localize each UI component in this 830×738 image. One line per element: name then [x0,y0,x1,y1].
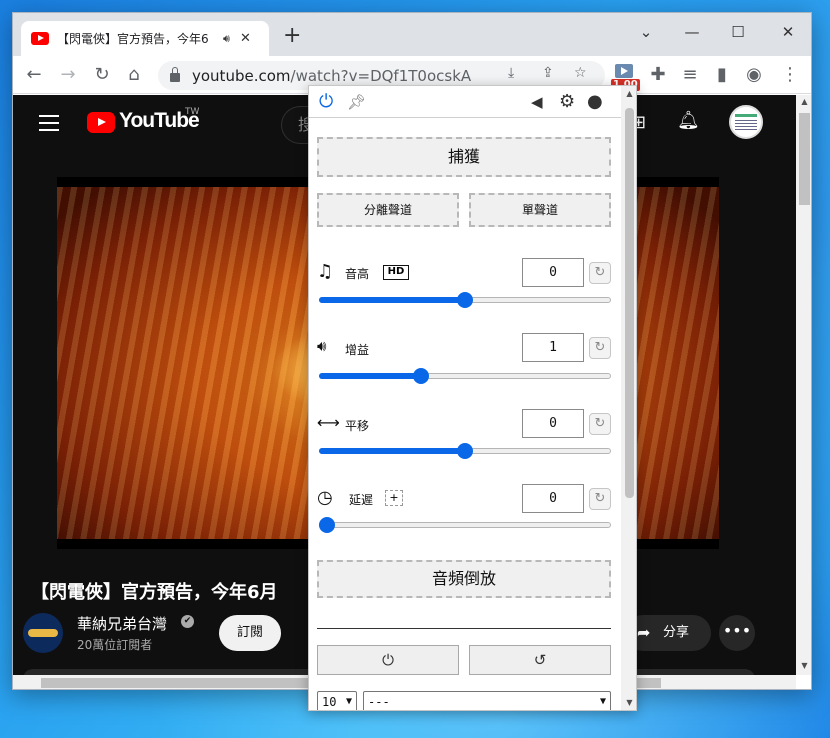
split-channel-button[interactable]: 分離聲道 [317,193,459,227]
pitch-label: 音高 [345,267,370,281]
scroll-down-arrow-icon[interactable]: ▼ [621,698,636,707]
popup-scrollbar[interactable]: ▲ ▼ [621,86,636,710]
url-host: youtube.com [192,66,291,85]
mono-button[interactable]: 單聲道 [469,193,611,227]
slider-knob[interactable] [413,368,429,384]
capture-button[interactable]: 捕獲 [317,137,611,177]
lock-icon [170,67,180,82]
more-actions-button[interactable]: ••• [719,615,755,651]
video-title: 【閃電俠】官方預告，今年6月 [31,582,278,603]
verified-icon: ✔ [181,615,194,628]
page-vertical-scrollbar[interactable]: ▲ ▼ [796,95,811,675]
delay-add-button[interactable]: + [385,490,403,506]
profile-avatar-icon[interactable]: ◉ [741,62,767,88]
gain-label: 增益 [345,343,370,357]
preset-select[interactable]: --- ▼ [363,691,611,710]
youtube-favicon-icon [31,32,49,45]
hamburger-menu-icon[interactable] [39,115,59,131]
gain-input[interactable]: 1 [522,333,584,362]
preset-select-value: --- [368,695,390,709]
pan-slider[interactable] [319,443,611,459]
slider-knob[interactable] [319,517,335,533]
delay-reset-icon[interactable]: ↻ [589,488,611,510]
chevron-down-icon: ▼ [345,696,352,707]
clock-icon: ◷ [317,487,333,508]
divider [317,628,611,629]
hd-toggle[interactable]: HD [383,265,409,280]
slider-knob[interactable] [457,292,473,308]
count-select[interactable]: 10 ▼ [317,691,357,710]
pan-arrows-icon: ⟷ [317,413,340,432]
maximize-button[interactable]: ☐ [715,19,761,45]
bookmark-star-icon[interactable]: ☆ [574,65,587,81]
bell-icon[interactable]: 🔔︎ [677,110,700,131]
tab-strip: 【閃電俠】官方預告，今年6 🔊︎ ✕ + ⌄ — ☐ ✕ [13,13,811,56]
speaker-icon[interactable]: 🔊︎ [223,32,230,46]
power-icon[interactable]: ⏻ [319,92,333,112]
close-window-button[interactable]: ✕ [765,19,811,45]
tab-title: 【閃電俠】官方預告，今年6 [57,32,209,46]
scroll-up-arrow-icon[interactable]: ▲ [796,97,811,106]
pan-input[interactable]: 0 [522,409,584,438]
slider-knob[interactable] [457,443,473,459]
power-button[interactable]: ⏻ [317,645,459,675]
share-page-icon[interactable]: ⇪ [542,65,554,81]
count-select-value: 10 [322,695,337,709]
subscriber-count: 20萬位訂閱者 [77,638,153,652]
music-note-icon: ♫ [317,261,334,282]
install-icon[interactable]: ⤓ [508,65,514,81]
gain-reset-icon[interactable]: ↻ [589,337,611,359]
reverse-audio-button[interactable]: 音頻倒放 [317,560,611,598]
reset-all-button[interactable]: ↺ [469,645,611,675]
tab-close-icon[interactable]: ✕ [240,31,251,46]
volume-icon: 🔊︎ [317,337,327,355]
gain-slider[interactable] [319,368,611,384]
browser-tab[interactable]: 【閃電俠】官方預告，今年6 🔊︎ ✕ [21,21,269,56]
url-path: /watch?v=DQf1T0ocskA [290,66,472,85]
pitch-slider[interactable] [319,292,611,308]
country-code: TW [185,107,200,117]
forward-button[interactable]: → [55,62,81,88]
scrollbar-thumb[interactable] [799,113,810,205]
extension-play-icon [615,64,633,78]
home-button[interactable]: ⌂ [121,62,147,88]
pan-reset-icon[interactable]: ↻ [589,413,611,435]
tab-search-icon[interactable]: ⌄ [623,19,669,45]
pin-icon[interactable]: 📌︎ [347,92,366,112]
media-queue-icon[interactable]: ≡ [677,62,703,88]
share-icon: ➦ [637,623,651,642]
youtube-logo-icon[interactable] [87,112,115,133]
minimize-button[interactable]: — [669,19,715,45]
channel-avatar[interactable] [23,613,63,653]
delay-input[interactable]: 0 [522,484,584,513]
delay-label: 延遲 [349,493,374,507]
audio-extension-popup: ⏻ 📌︎ ◀ ⚙ ● 捕獲 分離聲道 單聲道 ♫ 音高 HD 0 ↻ 🔊︎ 增益… [308,85,637,711]
pitch-reset-icon[interactable]: ↻ [589,262,611,284]
share-button[interactable]: ➦ 分享 [625,615,711,651]
new-tab-button[interactable]: + [283,25,301,47]
extensions-puzzle-icon[interactable]: ✚ [645,62,671,88]
subscribe-button[interactable]: 訂閱 [219,615,281,651]
reload-button[interactable]: ↻ [89,62,115,88]
share-label: 分享 [663,625,690,640]
chevron-down-icon: ▼ [599,696,606,707]
arrow-left-icon[interactable]: ◀ [531,92,543,112]
github-icon[interactable]: ● [587,92,603,112]
pitch-input[interactable]: 0 [522,258,584,287]
popup-header: ⏻ 📌︎ ◀ ⚙ ● [309,86,621,118]
scroll-down-arrow-icon[interactable]: ▼ [796,661,811,670]
scrollbar-thumb[interactable] [625,108,634,498]
delay-slider[interactable] [319,517,611,533]
scroll-up-arrow-icon[interactable]: ▲ [621,89,636,98]
gear-icon[interactable]: ⚙ [559,92,575,112]
pan-label: 平移 [345,419,370,433]
channel-name[interactable]: 華納兄弟台灣 [77,613,167,634]
avatar[interactable] [729,105,763,139]
back-button[interactable]: ← [21,62,47,88]
browser-menu-button[interactable]: ⋮ [777,62,803,88]
side-panel-icon[interactable]: ▮ [709,62,735,88]
